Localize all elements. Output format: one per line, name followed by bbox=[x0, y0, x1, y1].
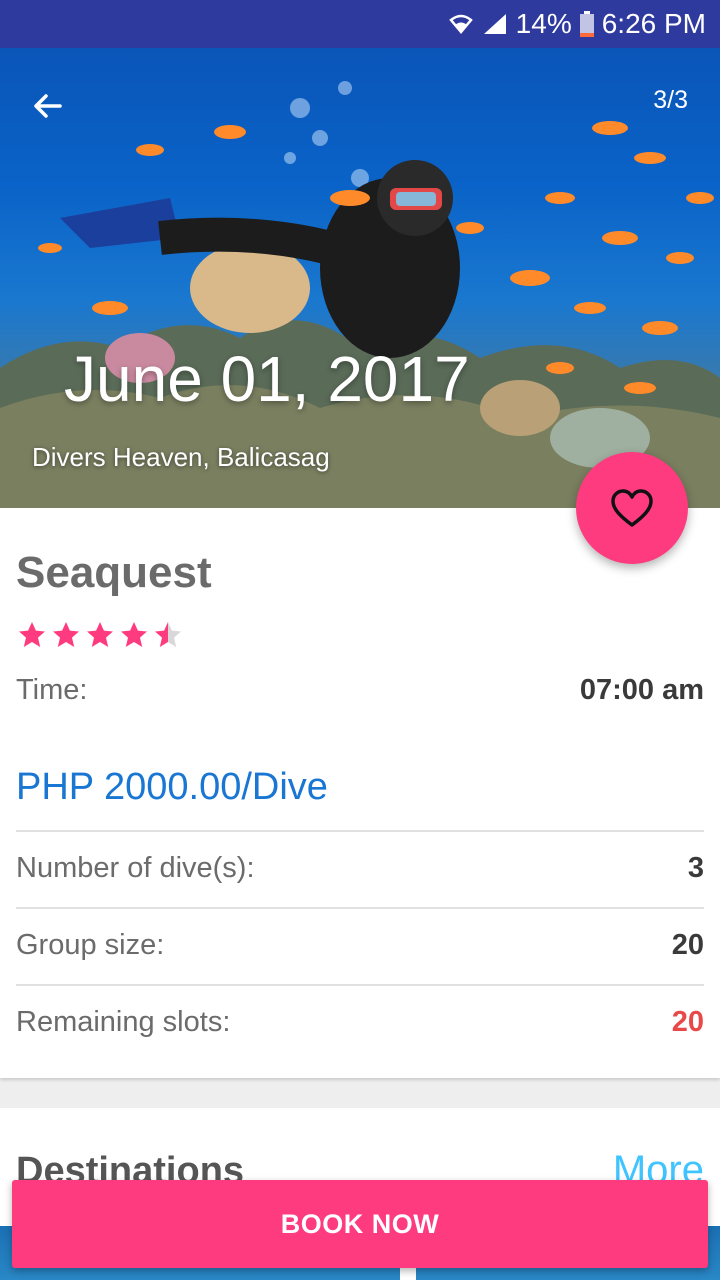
star-icon bbox=[87, 622, 113, 647]
divider bbox=[16, 907, 704, 909]
group-size-value: 20 bbox=[671, 929, 704, 961]
favorite-button[interactable] bbox=[576, 452, 688, 564]
battery-icon bbox=[579, 11, 594, 37]
battery-percent: 14% bbox=[515, 8, 572, 39]
price-per-dive: PHP 2000.00/Dive bbox=[16, 766, 328, 808]
heart-outline-icon bbox=[611, 489, 653, 527]
dives-label: Number of dive(s): bbox=[16, 852, 255, 884]
wifi-icon bbox=[448, 12, 474, 36]
operator-title: Seaquest bbox=[16, 548, 212, 597]
dive-location: Divers Heaven, Balicasag bbox=[32, 442, 330, 472]
star-icon bbox=[121, 622, 147, 647]
signal-icon bbox=[482, 12, 508, 36]
status-bar: 14% 6:26 PM bbox=[0, 0, 720, 48]
group-size-row: Group size: 20 bbox=[16, 929, 704, 962]
remaining-slots-row: Remaining slots: 20 bbox=[16, 1006, 704, 1039]
time-label: Time: bbox=[16, 674, 88, 706]
divider bbox=[16, 830, 704, 832]
group-size-label: Group size: bbox=[16, 929, 165, 961]
underwater-scene-image bbox=[0, 81, 720, 508]
remaining-slots-value: 20 bbox=[671, 1006, 704, 1038]
dive-date: June 01, 2017 bbox=[64, 343, 470, 415]
dive-details-card: Seaquest Time: 07:00 am PHP 2000.00/Dive… bbox=[0, 508, 720, 1078]
image-page-counter: 3/3 bbox=[653, 86, 688, 114]
status-time: 6:26 PM bbox=[601, 8, 706, 39]
hero-image: 3/3 June 01, 2017 Divers Heaven, Balicas… bbox=[0, 48, 720, 508]
dives-row: Number of dive(s): 3 bbox=[16, 852, 704, 885]
dives-value: 3 bbox=[687, 852, 704, 884]
arrow-back-icon bbox=[34, 94, 62, 118]
remaining-slots-label: Remaining slots: bbox=[16, 1006, 231, 1038]
star-icon bbox=[155, 622, 181, 647]
back-button[interactable] bbox=[22, 80, 74, 132]
book-now-button[interactable]: BOOK NOW bbox=[12, 1180, 708, 1268]
rating-stars bbox=[16, 620, 186, 650]
star-icon bbox=[19, 622, 45, 647]
time-value: 07:00 am bbox=[579, 674, 704, 706]
star-icon bbox=[53, 622, 79, 647]
divider bbox=[16, 984, 704, 986]
time-row: Time: 07:00 am bbox=[16, 674, 704, 707]
